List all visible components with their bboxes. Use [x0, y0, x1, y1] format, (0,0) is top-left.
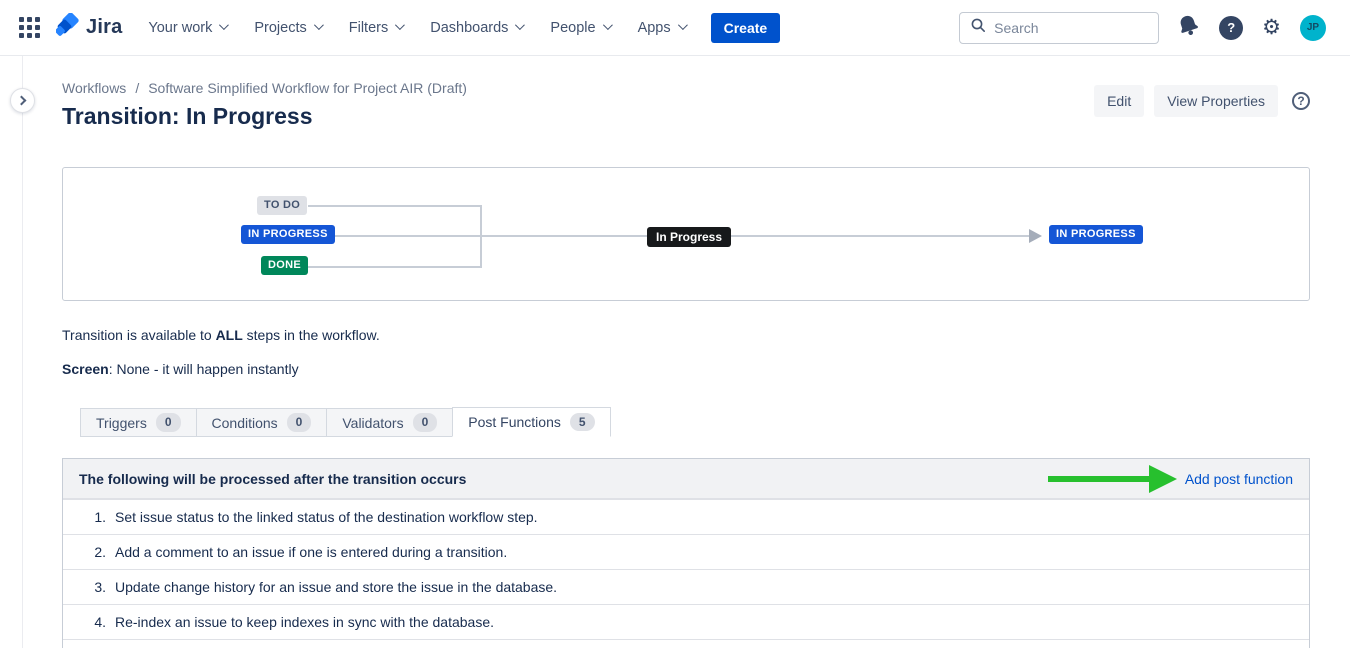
nav-filters[interactable]: Filters [349, 20, 402, 36]
create-button[interactable]: Create [711, 13, 781, 43]
transition-arrowhead-icon [1029, 229, 1042, 243]
transition-line [480, 235, 1031, 237]
status-lozenge-todo: TO DO [257, 196, 307, 215]
search-input[interactable] [994, 20, 1144, 36]
breadcrumb-workflow-name-link[interactable]: Software Simplified Workflow for Project… [148, 80, 467, 96]
post-functions-header-row: The following will be processed after th… [63, 459, 1309, 499]
edit-button[interactable]: Edit [1094, 85, 1144, 117]
post-functions-table: The following will be processed after th… [62, 458, 1310, 648]
row-number: 1. [88, 509, 106, 525]
top-navigation-bar: Jira Your work Projects Filters Dashboar… [0, 0, 1350, 56]
tab-triggers[interactable]: Triggers 0 [80, 408, 197, 437]
tab-count-badge: 0 [413, 413, 438, 431]
tab-count-badge: 5 [570, 413, 595, 431]
status-lozenge-done: DONE [261, 256, 308, 275]
tab-count-badge: 0 [156, 413, 181, 431]
availability-text: Transition is available to ALL steps in … [62, 327, 1310, 343]
transition-name-chip: In Progress [647, 227, 731, 247]
chevron-right-icon [16, 96, 26, 106]
post-functions-header-title: The following will be processed after th… [79, 471, 466, 487]
tab-validators[interactable]: Validators 0 [326, 408, 453, 437]
annotation-arrow-icon [1048, 465, 1177, 493]
row-text: Re-index an issue to keep indexes in syn… [115, 614, 494, 630]
expand-sidebar-button[interactable] [10, 88, 35, 113]
nav-people[interactable]: People [550, 20, 609, 36]
breadcrumb-workflows-link[interactable]: Workflows [62, 80, 126, 96]
search-icon [970, 17, 986, 38]
tab-conditions[interactable]: Conditions 0 [196, 408, 328, 437]
transition-tabs: Triggers 0 Conditions 0 Validators 0 Pos… [80, 407, 1310, 437]
post-function-row: 3. Update change history for an issue an… [63, 569, 1309, 604]
chevron-down-icon [678, 20, 688, 30]
app-switcher-icon[interactable] [16, 15, 42, 41]
jira-logo[interactable]: Jira [56, 13, 122, 43]
nav-dashboards[interactable]: Dashboards [430, 20, 522, 36]
chevron-down-icon [395, 20, 405, 30]
post-function-row: 1. Set issue status to the linked status… [63, 499, 1309, 534]
screen-text: Screen: None - it will happen instantly [62, 361, 1310, 377]
chevron-down-icon [515, 20, 525, 30]
notifications-bell-icon[interactable] [1175, 11, 1204, 43]
breadcrumb-separator: / [135, 80, 139, 96]
search-box[interactable] [959, 12, 1159, 44]
primary-nav: Your work Projects Filters Dashboards Pe… [148, 20, 684, 36]
page-help-icon[interactable]: ? [1292, 92, 1310, 110]
post-function-row: 5. Fire a Generic Event event that can b… [63, 639, 1309, 648]
tab-post-functions[interactable]: Post Functions 5 [452, 407, 610, 437]
nav-your-work[interactable]: Your work [148, 20, 226, 36]
page-actions: Edit View Properties ? [1094, 85, 1310, 117]
connector-line [325, 235, 481, 237]
row-text: Add a comment to an issue if one is ente… [115, 544, 507, 560]
connector-line [308, 205, 481, 207]
breadcrumb: Workflows / Software Simplified Workflow… [62, 80, 467, 96]
add-post-function-link[interactable]: Add post function [1185, 471, 1293, 487]
row-text: Set issue status to the linked status of… [115, 509, 538, 525]
connector-line [303, 266, 481, 268]
post-function-row: 4. Re-index an issue to keep indexes in … [63, 604, 1309, 639]
help-icon[interactable]: ? [1219, 16, 1243, 40]
page-title: Transition: In Progress [62, 103, 467, 130]
chevron-down-icon [603, 20, 613, 30]
workflow-diagram: TO DO IN PROGRESS DONE In Progress IN PR… [62, 167, 1310, 301]
row-number: 2. [88, 544, 106, 560]
jira-logo-icon [56, 13, 80, 43]
row-number: 3. [88, 579, 106, 595]
topbar-right-cluster: ? ⚙ JP [959, 12, 1326, 44]
status-lozenge-in-progress: IN PROGRESS [241, 225, 335, 244]
settings-gear-icon[interactable]: ⚙ [1262, 17, 1281, 38]
target-status-lozenge: IN PROGRESS [1049, 225, 1143, 244]
user-avatar[interactable]: JP [1300, 15, 1326, 41]
chevron-down-icon [314, 20, 324, 30]
nav-projects[interactable]: Projects [254, 20, 320, 36]
chevron-down-icon [219, 20, 229, 30]
post-function-row: 2. Add a comment to an issue if one is e… [63, 534, 1309, 569]
jira-logo-text: Jira [86, 16, 122, 39]
tab-count-badge: 0 [287, 413, 312, 431]
view-properties-button[interactable]: View Properties [1154, 85, 1278, 117]
row-number: 4. [88, 614, 106, 630]
main-content: Workflows / Software Simplified Workflow… [0, 56, 1350, 648]
row-text: Update change history for an issue and s… [115, 579, 557, 595]
nav-apps[interactable]: Apps [638, 20, 685, 36]
